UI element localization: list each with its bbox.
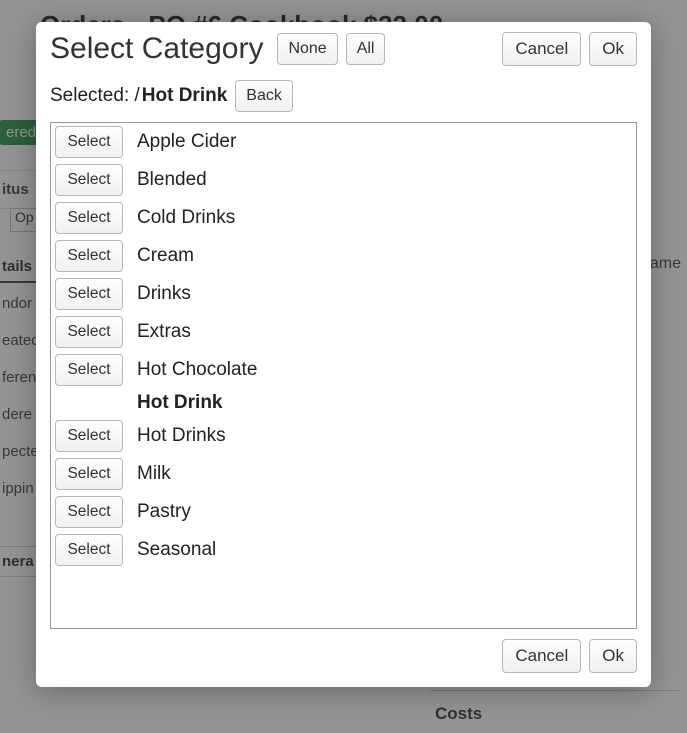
category-row: Select Pastry xyxy=(51,493,636,531)
select-button[interactable]: Select xyxy=(55,534,123,566)
select-slot: Select xyxy=(55,534,129,566)
category-name: Seasonal xyxy=(129,539,216,561)
category-name: Cream xyxy=(129,245,194,267)
select-slot: Select xyxy=(55,202,129,234)
category-name: Drinks xyxy=(129,283,191,305)
category-row: Select Milk xyxy=(51,455,636,493)
category-row: Select Extras xyxy=(51,313,636,351)
category-name: Hot Chocolate xyxy=(129,359,257,381)
select-button[interactable]: Select xyxy=(55,420,123,452)
category-name: Milk xyxy=(129,463,171,485)
dialog-footer: Cancel Ok xyxy=(50,629,637,673)
back-button[interactable]: Back xyxy=(235,80,293,112)
category-name: Pastry xyxy=(129,501,191,523)
modal-overlay: Select Category None All Cancel Ok Selec… xyxy=(0,0,687,733)
select-button[interactable]: Select xyxy=(55,458,123,490)
category-name: Extras xyxy=(129,321,191,343)
select-button[interactable]: Select xyxy=(55,126,123,158)
select-button[interactable]: Select xyxy=(55,164,123,196)
category-row: Hot Drink xyxy=(51,389,636,417)
selected-prefix: Selected: / xyxy=(50,85,140,107)
select-category-dialog: Select Category None All Cancel Ok Selec… xyxy=(36,22,651,687)
select-button[interactable]: Select xyxy=(55,316,123,348)
select-button[interactable]: Select xyxy=(55,496,123,528)
category-row: Select Drinks xyxy=(51,275,636,313)
category-name: Hot Drinks xyxy=(129,425,226,447)
category-row: Select Hot Chocolate xyxy=(51,351,636,389)
selected-value: Hot Drink xyxy=(142,85,228,107)
category-name: Hot Drink xyxy=(129,392,223,414)
select-slot: Select xyxy=(55,278,129,310)
select-button[interactable]: Select xyxy=(55,240,123,272)
select-slot: Select xyxy=(55,164,129,196)
select-slot: Select xyxy=(55,496,129,528)
dialog-title: Select Category xyxy=(50,32,263,66)
category-row: Select Seasonal xyxy=(51,531,636,569)
cancel-button-bottom[interactable]: Cancel xyxy=(502,639,581,673)
category-row: Select Apple Cider xyxy=(51,123,636,161)
cancel-button-top[interactable]: Cancel xyxy=(502,32,581,66)
select-slot: Select xyxy=(55,458,129,490)
select-slot: Select xyxy=(55,240,129,272)
category-row: Select Cream xyxy=(51,237,636,275)
category-list: Select Apple Cider Select Blended Select Cold… xyxy=(50,122,637,629)
category-row: Select Blended xyxy=(51,161,636,199)
category-row: Select Hot Drinks xyxy=(51,417,636,455)
ok-button-top[interactable]: Ok xyxy=(589,32,637,66)
dialog-header: Select Category None All Cancel Ok xyxy=(50,32,637,66)
category-name: Cold Drinks xyxy=(129,207,235,229)
none-button[interactable]: None xyxy=(277,33,337,65)
category-name: Blended xyxy=(129,169,207,191)
select-slot: Select xyxy=(55,316,129,348)
category-name: Apple Cider xyxy=(129,131,236,153)
ok-button-bottom[interactable]: Ok xyxy=(589,639,637,673)
select-slot: Select xyxy=(55,354,129,386)
select-button[interactable]: Select xyxy=(55,278,123,310)
select-button[interactable]: Select xyxy=(55,202,123,234)
selected-path: Selected: / Hot Drink Back xyxy=(50,80,637,112)
select-slot: Select xyxy=(55,126,129,158)
all-button[interactable]: All xyxy=(346,33,386,65)
category-row: Select Cold Drinks xyxy=(51,199,636,237)
select-slot: Select xyxy=(55,420,129,452)
select-button[interactable]: Select xyxy=(55,354,123,386)
